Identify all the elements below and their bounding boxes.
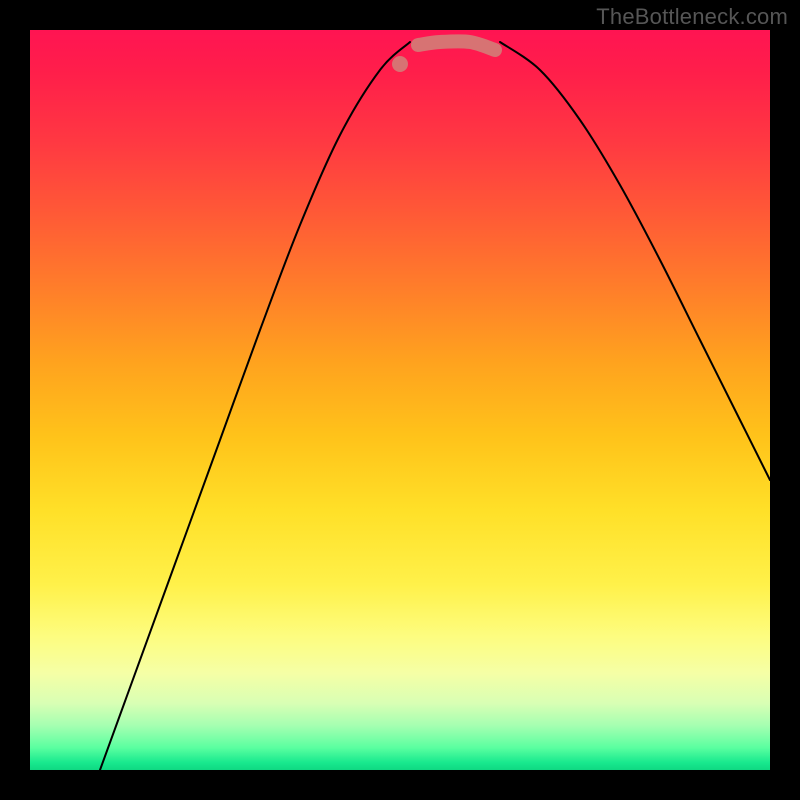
plot-area — [30, 30, 770, 770]
right-curve — [500, 42, 770, 480]
valley-marker-dot — [392, 56, 408, 72]
chart-frame: TheBottleneck.com — [0, 0, 800, 800]
left-curve — [100, 42, 410, 770]
valley-marker-segment — [418, 41, 495, 50]
attribution-text: TheBottleneck.com — [596, 4, 788, 30]
chart-svg — [30, 30, 770, 770]
